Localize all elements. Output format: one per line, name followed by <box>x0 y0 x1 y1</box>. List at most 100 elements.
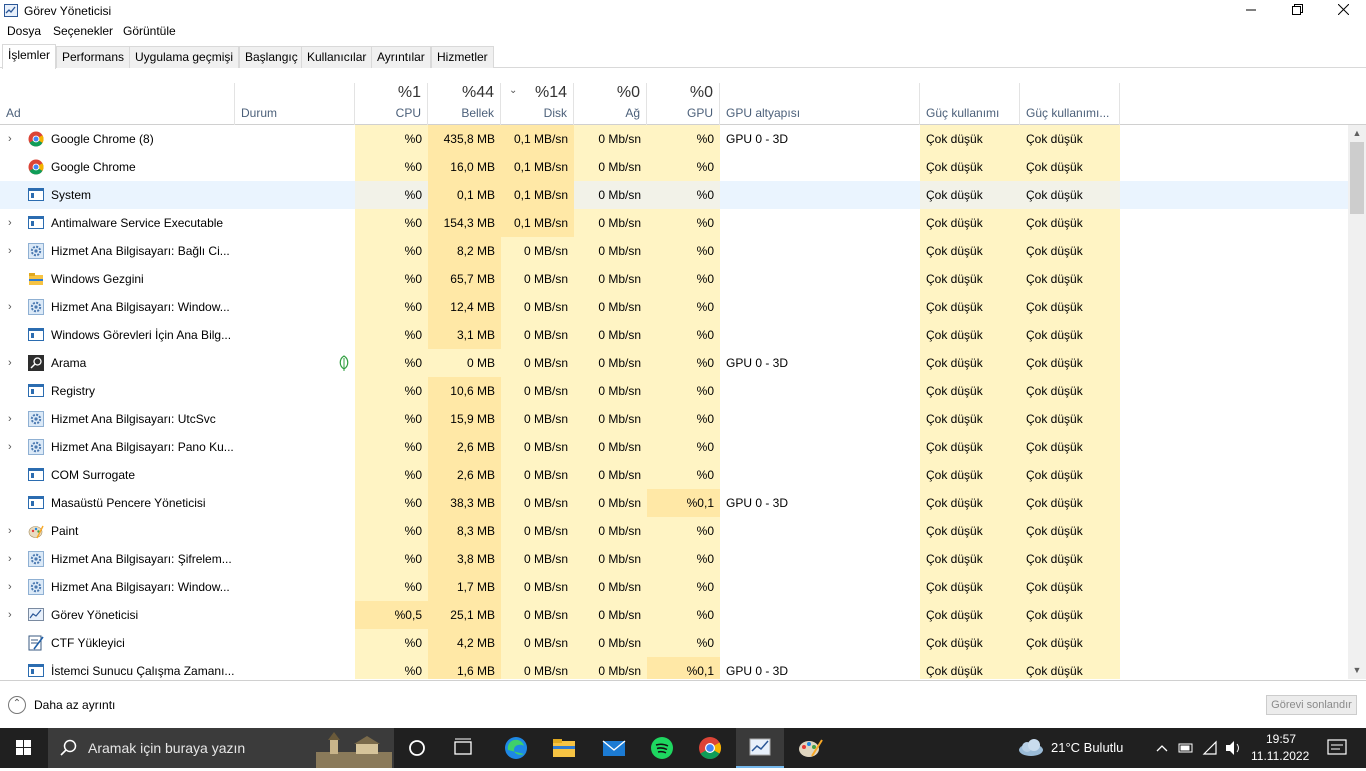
column-name[interactable]: Ad <box>0 83 235 125</box>
column-power[interactable]: Güç kullanımı <box>920 83 1020 125</box>
process-row[interactable]: İstemci Sunucu Çalışma Zamanı... %0 1,6 MB… <box>0 657 1348 679</box>
gpu-engine-cell <box>720 321 920 349</box>
clock[interactable]: 19:57 11.11.2022 <box>1248 728 1312 768</box>
process-row[interactable]: › Hizmet Ana Bilgisayarı: Şifrelem... %0 3,… <box>0 545 1348 573</box>
process-row[interactable]: › Paint %0 8,3 MB 0 MB/sn 0 Mb/sn %0 Çok düşük Ç… <box>0 517 1348 545</box>
process-row[interactable]: Windows Görevleri İçin Ana Bilg... %0 3,1 … <box>0 321 1348 349</box>
end-task-button[interactable]: Görevi sonlandır <box>1266 695 1357 715</box>
tab-details[interactable]: Ayrıntılar <box>371 46 431 68</box>
tab-startup[interactable]: Başlangıç <box>239 46 304 68</box>
process-row[interactable]: › Google Chrome (8) %0 435,8 MB 0,1 MB/sn 0 M… <box>0 125 1348 153</box>
power-trend-cell: Çok düşük <box>1020 265 1120 293</box>
column-memory[interactable]: %44 Bellek <box>428 83 501 125</box>
gpu-engine-cell <box>720 377 920 405</box>
gpu-cell: %0 <box>647 517 720 545</box>
wifi-icon[interactable] <box>1200 728 1220 768</box>
tab-processes[interactable]: İşlemler <box>2 44 57 69</box>
close-button[interactable] <box>1320 0 1366 22</box>
mail-taskbar-icon[interactable] <box>594 728 634 768</box>
gpu-cell: %0 <box>647 433 720 461</box>
power-trend-cell: Çok düşük <box>1020 209 1120 237</box>
file-explorer-taskbar-icon[interactable] <box>544 728 584 768</box>
column-network[interactable]: %0 Ağ <box>574 83 647 125</box>
edge-taskbar-icon[interactable] <box>496 728 536 768</box>
volume-icon[interactable] <box>1222 728 1244 768</box>
battery-icon[interactable] <box>1176 728 1196 768</box>
process-name: Antimalware Service Executable <box>51 216 224 230</box>
expand-chevron-icon[interactable]: › <box>8 209 18 237</box>
task-view-button[interactable] <box>446 728 480 768</box>
column-gpu-engine[interactable]: GPU altyapısı <box>720 83 920 125</box>
column-status[interactable]: Durum <box>235 83 355 125</box>
expand-chevron-icon[interactable]: › <box>8 601 18 629</box>
network-cell: 0 Mb/sn <box>574 377 647 405</box>
process-row[interactable]: Masaüstü Pencere Yöneticisi %0 38,3 MB 0 MB… <box>0 489 1348 517</box>
expand-chevron-icon[interactable]: › <box>8 237 18 265</box>
power-cell: Çok düşük <box>920 125 1020 153</box>
windows-logo-icon <box>16 740 31 755</box>
column-cpu[interactable]: %1 CPU <box>355 83 428 125</box>
suspended-leaf-icon <box>337 355 351 371</box>
process-name: Hizmet Ana Bilgisayarı: Window... <box>51 300 230 314</box>
expand-chevron-icon[interactable]: › <box>8 405 18 433</box>
menu-options[interactable]: Seçenekler <box>53 24 113 38</box>
expand-chevron-icon[interactable]: › <box>8 517 18 545</box>
process-row[interactable]: › Hizmet Ana Bilgisayarı: Pano Ku... %0 2,6… <box>0 433 1348 461</box>
process-row[interactable]: Registry %0 10,6 MB 0 MB/sn 0 Mb/sn %0 Çok düş… <box>0 377 1348 405</box>
notification-center-icon[interactable] <box>1318 728 1358 768</box>
memory-cell: 25,1 MB <box>428 601 501 629</box>
column-gpu[interactable]: %0 GPU <box>647 83 720 125</box>
column-cpu-label: CPU <box>395 106 421 120</box>
gpu-cell: %0 <box>647 377 720 405</box>
tab-app-history[interactable]: Uygulama geçmişi <box>129 46 240 68</box>
column-disk[interactable]: ⌄ %14 Disk <box>501 83 574 125</box>
process-row[interactable]: › Hizmet Ana Bilgisayarı: Window... %0 12,4… <box>0 293 1348 321</box>
process-row[interactable]: › Hizmet Ana Bilgisayarı: UtcSvc %0 15,9 MB… <box>0 405 1348 433</box>
minimize-button[interactable] <box>1228 0 1274 22</box>
tab-services[interactable]: Hizmetler <box>431 46 494 68</box>
process-row[interactable]: › Arama %0 0 MB 0 MB/sn 0 Mb/sn %0 GPU 0 - 3D Ço… <box>0 349 1348 377</box>
process-name: CTF Yükleyici <box>51 636 125 650</box>
tab-users[interactable]: Kullanıcılar <box>301 46 373 68</box>
start-button[interactable] <box>0 728 48 768</box>
process-row[interactable]: › Görev Yöneticisi %0,5 25,1 MB 0 MB/sn 0 Mb/… <box>0 601 1348 629</box>
weather-widget[interactable]: 21°C Bulutlu <box>1016 728 1146 768</box>
process-row[interactable]: › Antimalware Service Executable %0 154,3 M… <box>0 209 1348 237</box>
expand-chevron-icon[interactable]: › <box>8 125 18 153</box>
process-row[interactable]: System %0 0,1 MB 0,1 MB/sn 0 Mb/sn %0 Çok düşü… <box>0 181 1348 209</box>
spotify-taskbar-icon[interactable] <box>642 728 682 768</box>
process-name: Paint <box>51 524 79 538</box>
tray-overflow-chevron-icon[interactable] <box>1154 728 1170 768</box>
paint-taskbar-icon[interactable] <box>790 728 830 768</box>
task-manager-taskbar-icon[interactable] <box>736 728 784 768</box>
process-row[interactable]: Windows Gezgini %0 65,7 MB 0 MB/sn 0 Mb/sn %0… <box>0 265 1348 293</box>
network-cell: 0 Mb/sn <box>574 265 647 293</box>
process-row[interactable]: › Hizmet Ana Bilgisayarı: Window... %0 1,7 … <box>0 573 1348 601</box>
scroll-thumb[interactable] <box>1350 142 1364 214</box>
taskbar-search-box[interactable]: Aramak için buraya yazın <box>48 728 394 768</box>
process-row[interactable]: COM Surrogate %0 2,6 MB 0 MB/sn 0 Mb/sn %0 Çok… <box>0 461 1348 489</box>
power-cell: Çok düşük <box>920 461 1020 489</box>
expand-chevron-icon[interactable]: › <box>8 545 18 573</box>
vertical-scrollbar[interactable]: ▲ ▼ <box>1348 125 1366 679</box>
expand-chevron-icon[interactable]: › <box>8 349 18 377</box>
menu-file[interactable]: Dosya <box>7 24 41 38</box>
menu-view[interactable]: Görüntüle <box>123 24 176 38</box>
restore-button[interactable] <box>1274 0 1320 22</box>
column-power-trend[interactable]: Güç kullanımı... <box>1020 83 1120 125</box>
chevron-up-icon[interactable]: ⌃ <box>8 696 26 714</box>
scroll-up-icon[interactable]: ▲ <box>1348 125 1366 142</box>
weather-text: 21°C Bulutlu <box>1051 740 1124 755</box>
chrome-taskbar-icon[interactable] <box>690 728 730 768</box>
process-row[interactable]: Google Chrome %0 16,0 MB 0,1 MB/sn 0 Mb/sn %0… <box>0 153 1348 181</box>
process-row[interactable]: › Hizmet Ana Bilgisayarı: Bağlı Ci... %0 8,… <box>0 237 1348 265</box>
process-row[interactable]: CTF Yükleyici %0 4,2 MB 0 MB/sn 0 Mb/sn %0 Çok… <box>0 629 1348 657</box>
less-details-link[interactable]: Daha az ayrıntı <box>34 698 115 712</box>
expand-chevron-icon[interactable]: › <box>8 573 18 601</box>
expand-chevron-icon[interactable]: › <box>8 433 18 461</box>
process-name: Masaüstü Pencere Yöneticisi <box>51 496 206 510</box>
tab-performance[interactable]: Performans <box>56 46 131 68</box>
cortana-button[interactable] <box>400 728 434 768</box>
expand-chevron-icon[interactable]: › <box>8 293 18 321</box>
scroll-down-icon[interactable]: ▼ <box>1348 662 1366 679</box>
